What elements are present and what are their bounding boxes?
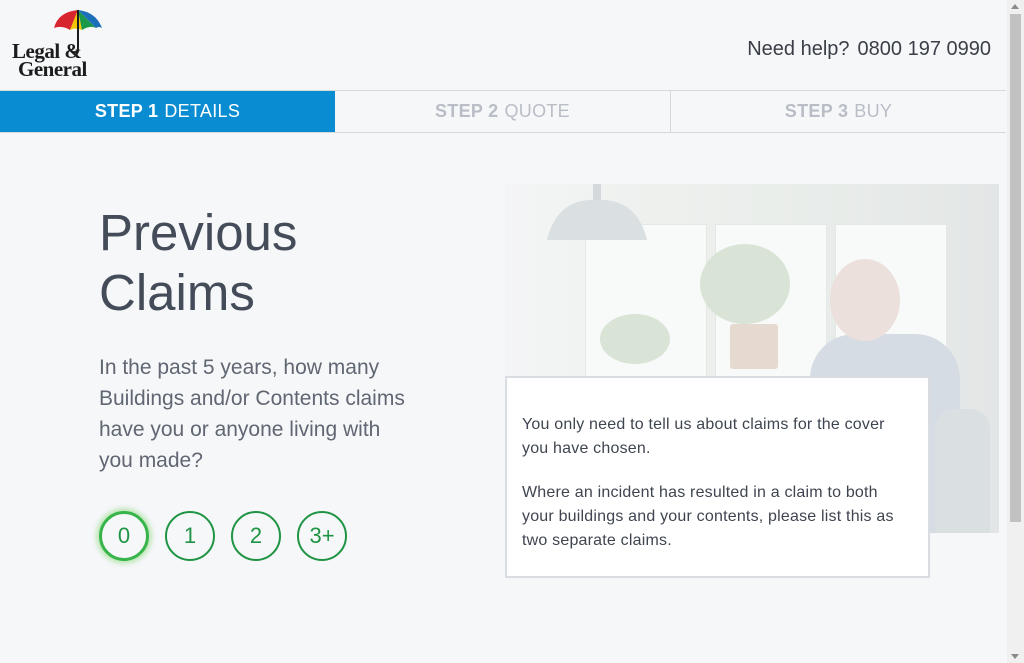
- header: Legal & General Need help? 0800 197 0990: [0, 0, 1007, 90]
- step-label: BUY: [854, 101, 893, 121]
- page-title-line-2: Claims: [99, 264, 255, 321]
- claims-option-0[interactable]: 0: [99, 511, 149, 561]
- plant: [600, 314, 670, 364]
- person-head: [830, 259, 900, 341]
- claims-info-box: You only need to tell us about claims fo…: [505, 376, 930, 578]
- lamp-icon: [547, 184, 647, 240]
- claims-option-2[interactable]: 2: [231, 511, 281, 561]
- claims-option-1[interactable]: 1: [165, 511, 215, 561]
- plant: [700, 244, 790, 324]
- claims-question: In the past 5 years, how many Buildings …: [99, 356, 405, 472]
- step-number: STEP 3: [784, 101, 849, 121]
- logo-line-2: General: [18, 57, 87, 81]
- window-pane: [585, 224, 707, 396]
- scroll-down-arrow-icon[interactable]: [1011, 654, 1019, 659]
- progress-steps: STEP 1 DETAILS STEP 2 QUOTE STEP 3 BUY: [0, 90, 1006, 133]
- claims-option-3-plus[interactable]: 3+: [297, 511, 347, 561]
- page-title: Previous Claims: [99, 203, 399, 323]
- help-phone-link[interactable]: 0800 197 0990: [858, 38, 991, 60]
- chair: [935, 409, 990, 533]
- help-label: Need help?: [747, 38, 850, 60]
- scrollbar-thumb[interactable]: [1010, 14, 1021, 522]
- step-buy[interactable]: STEP 3 BUY: [671, 91, 1006, 132]
- vertical-scrollbar[interactable]: [1007, 0, 1024, 663]
- info-paragraph-2: Where an incident has resulted in a clai…: [522, 484, 894, 549]
- legal-and-general-logo[interactable]: Legal & General: [12, 8, 104, 80]
- step-label: DETAILS: [164, 101, 241, 121]
- page-title-line-1: Previous: [99, 204, 298, 261]
- help-contact: Need help? 0800 197 0990: [747, 38, 991, 61]
- step-quote[interactable]: STEP 2 QUOTE: [335, 91, 671, 132]
- step-number: STEP 1: [94, 101, 159, 121]
- info-paragraph-1: You only need to tell us about claims fo…: [522, 416, 885, 457]
- logo-wordmark: Legal & General: [12, 41, 87, 81]
- step-details[interactable]: STEP 1 DETAILS: [0, 91, 335, 132]
- claims-count-options: 0 1 2 3+: [99, 511, 347, 561]
- flower-pot: [730, 324, 778, 369]
- scroll-up-arrow-icon[interactable]: [1011, 4, 1019, 9]
- step-label: QUOTE: [504, 101, 570, 121]
- step-number: STEP 2: [434, 101, 499, 121]
